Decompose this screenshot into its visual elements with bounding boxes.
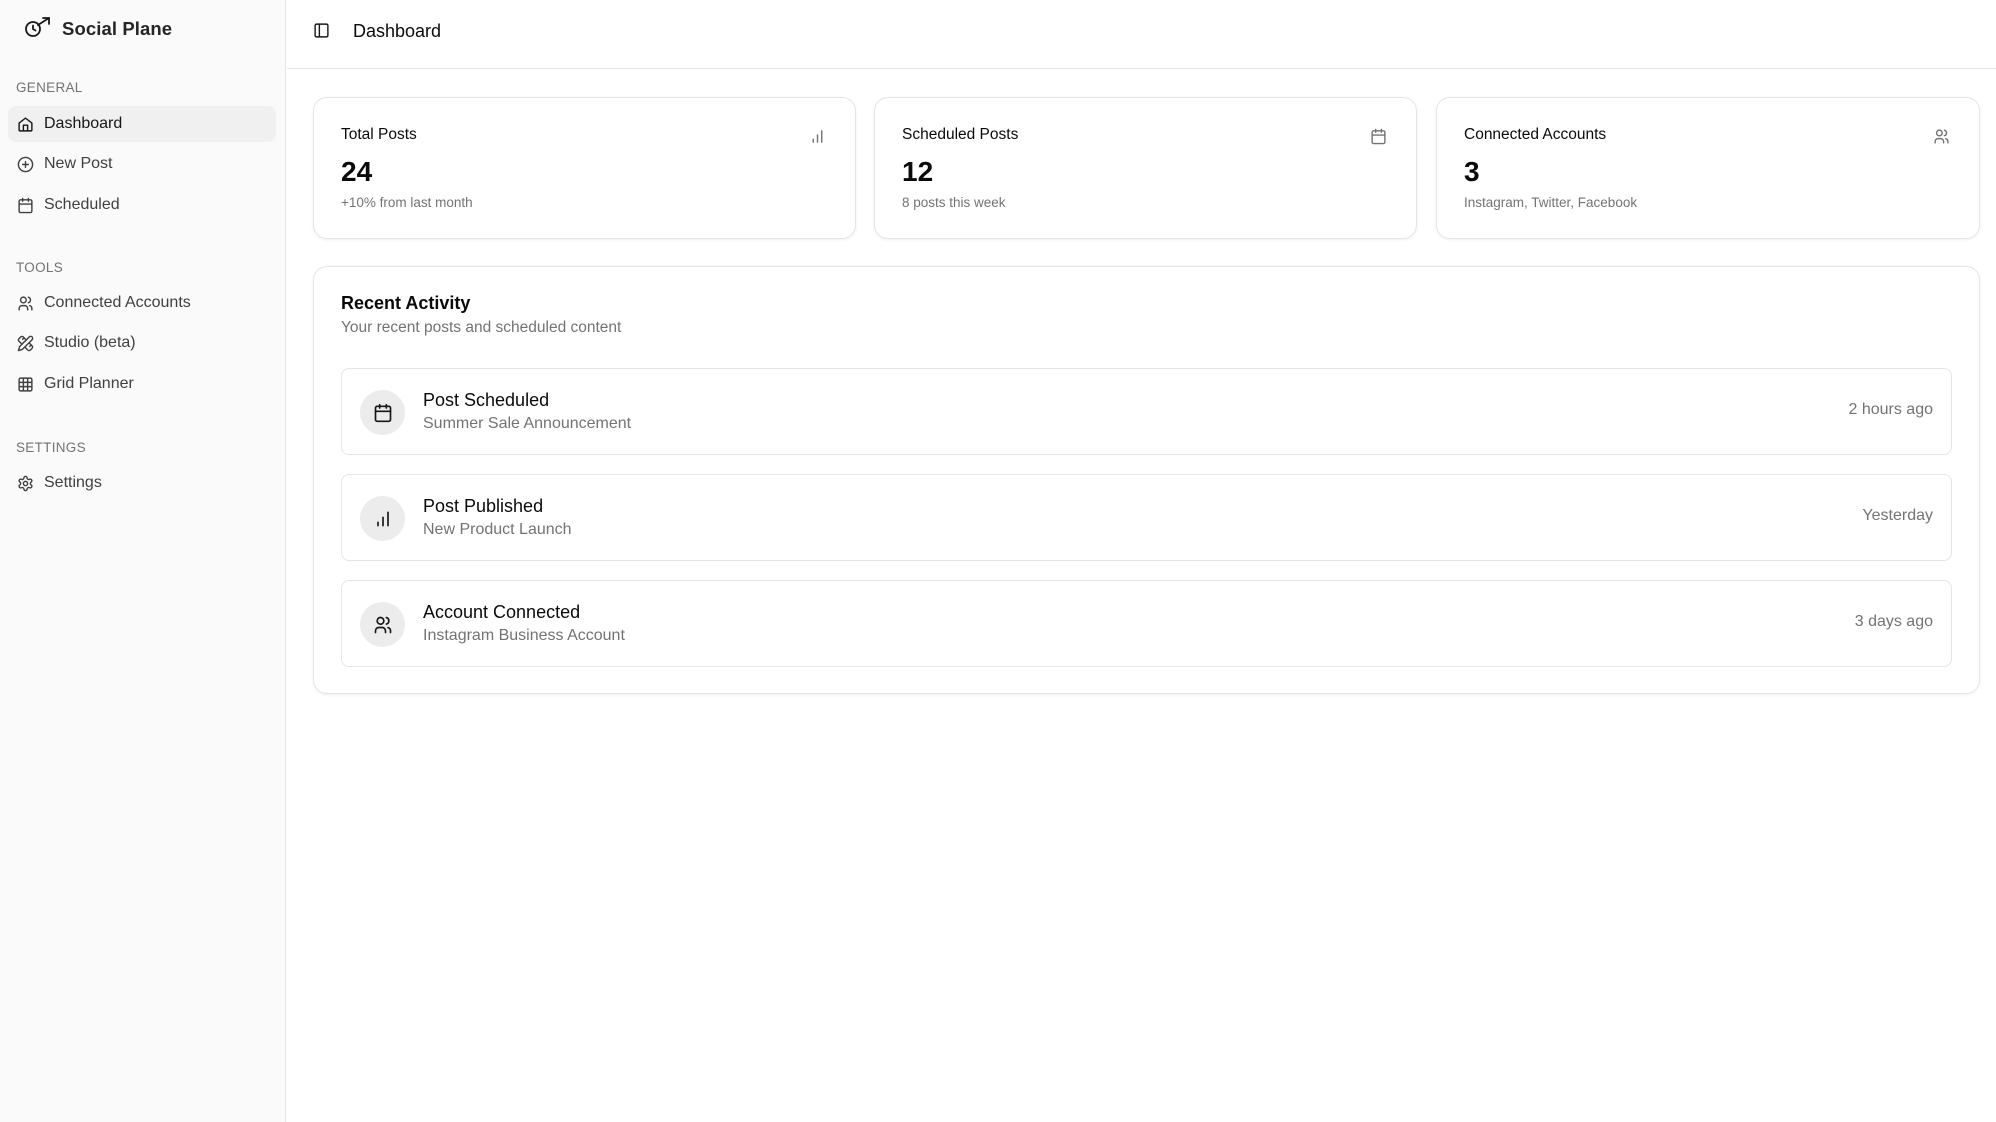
- activity-item-time: Yesterday: [1862, 507, 1933, 524]
- brand-name: Social Plane: [62, 18, 173, 39]
- stat-subtext: Instagram, Twitter, Facebook: [1464, 195, 1638, 210]
- grid-icon: [16, 375, 34, 393]
- activity-item-title: Post Published: [423, 496, 544, 516]
- sidebar: Social Plane GENERAL Dashboard New Post …: [0, 0, 286, 1122]
- activity-item[interactable]: Post Published New Product Launch Yester…: [341, 474, 1952, 561]
- activity-item[interactable]: Post Scheduled Summer Sale Announcement …: [341, 368, 1952, 455]
- recent-activity-card: Recent Activity Your recent posts and sc…: [313, 266, 1980, 694]
- activity-item-subtitle: New Product Launch: [423, 521, 572, 538]
- sidebar-item-label: Grid Planner: [44, 375, 134, 392]
- bar-chart-icon: [360, 496, 405, 541]
- sidebar-item-label: Dashboard: [44, 115, 123, 132]
- activity-item-subtitle: Summer Sale Announcement: [423, 415, 632, 432]
- stat-value: 12: [902, 156, 934, 187]
- activity-item-subtitle: Instagram Business Account: [423, 627, 625, 644]
- top-header: Dashboard: [287, 0, 1996, 69]
- sidebar-toggle-icon: [313, 22, 330, 44]
- stat-value: 3: [1464, 156, 1480, 187]
- brand[interactable]: Social Plane: [24, 16, 172, 42]
- calendar-icon: [360, 390, 405, 435]
- sidebar-item-new-post[interactable]: New Post: [8, 146, 276, 182]
- activity-item-time: 3 days ago: [1854, 613, 1933, 630]
- stat-subtext: +10% from last month: [341, 195, 473, 210]
- page-title: Dashboard: [353, 21, 442, 41]
- sidebar-item-label: Studio (beta): [44, 334, 136, 351]
- stat-card-scheduled-posts: Scheduled Posts 12 8 posts this week: [874, 97, 1417, 239]
- bar-chart-icon: [809, 128, 827, 146]
- activity-title: Recent Activity: [341, 293, 471, 313]
- users-icon: [1933, 128, 1951, 146]
- home-icon: [16, 115, 34, 133]
- sidebar-item-grid-planner[interactable]: Grid Planner: [8, 366, 276, 402]
- activity-description: Your recent posts and scheduled content: [341, 319, 622, 336]
- users-icon: [360, 602, 405, 647]
- activity-item-title: Post Scheduled: [423, 390, 550, 410]
- stat-card-connected-accounts: Connected Accounts 3 Instagram, Twitter,…: [1436, 97, 1980, 239]
- plus-circle-icon: [16, 155, 34, 173]
- stat-value: 24: [341, 156, 373, 187]
- plane-clock-icon: [24, 15, 52, 44]
- stat-subtext: 8 posts this week: [902, 195, 1006, 210]
- sidebar-item-scheduled[interactable]: Scheduled: [8, 187, 276, 223]
- sidebar-item-label: New Post: [44, 155, 113, 172]
- sidebar-item-dashboard[interactable]: Dashboard: [8, 106, 276, 142]
- sidebar-item-connected-accounts[interactable]: Connected Accounts: [8, 285, 276, 321]
- calendar-icon: [16, 196, 34, 214]
- sidebar-item-settings[interactable]: Settings: [8, 465, 276, 501]
- gear-icon: [16, 474, 34, 492]
- users-icon: [16, 294, 34, 312]
- stat-label: Total Posts: [341, 126, 417, 143]
- stat-card-total-posts: Total Posts 24 +10% from last month: [313, 97, 856, 239]
- pencil-ruler-icon: [16, 334, 34, 352]
- section-label-general: GENERAL: [16, 80, 83, 95]
- sidebar-item-studio[interactable]: Studio (beta): [8, 325, 276, 361]
- activity-item-title: Account Connected: [423, 602, 581, 622]
- activity-item[interactable]: Account Connected Instagram Business Acc…: [341, 580, 1952, 667]
- sidebar-item-label: Connected Accounts: [44, 294, 191, 311]
- sidebar-item-label: Scheduled: [44, 196, 120, 213]
- sidebar-item-label: Settings: [44, 474, 102, 491]
- section-label-settings: SETTINGS: [16, 440, 86, 455]
- activity-item-time: 2 hours ago: [1848, 401, 1933, 418]
- stat-label: Connected Accounts: [1464, 126, 1607, 143]
- section-label-tools: TOOLS: [16, 260, 64, 275]
- calendar-icon: [1370, 128, 1388, 146]
- stat-label: Scheduled Posts: [902, 126, 1019, 143]
- sidebar-toggle-button[interactable]: [310, 22, 332, 44]
